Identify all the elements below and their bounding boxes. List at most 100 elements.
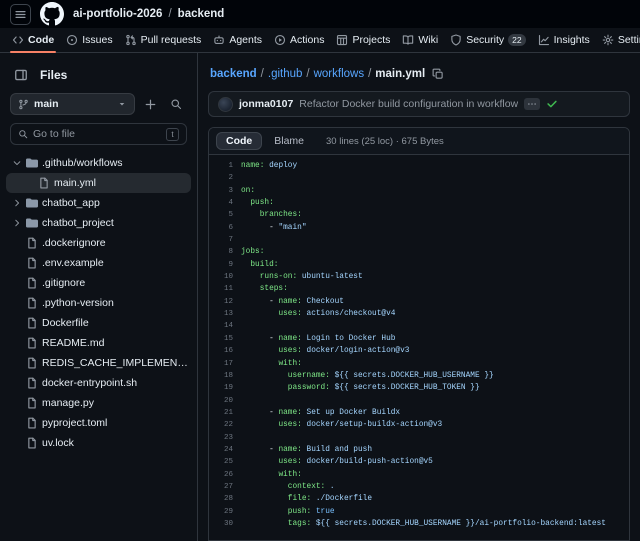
- line-number[interactable]: 8: [209, 246, 241, 258]
- line-number[interactable]: 5: [209, 209, 241, 221]
- line-number[interactable]: 10: [209, 271, 241, 283]
- line-number[interactable]: 14: [209, 320, 241, 332]
- breadcrumb--github[interactable]: .github: [266, 68, 305, 80]
- line-number[interactable]: 3: [209, 185, 241, 197]
- tab-security[interactable]: Security 22: [444, 28, 531, 52]
- copy-path-button[interactable]: [432, 68, 444, 80]
- tree-item-label: .gitignore: [42, 277, 86, 289]
- tree-item-chatbot-project[interactable]: chatbot_project: [6, 213, 191, 233]
- tree-item-label: .dockerignore: [42, 237, 106, 249]
- line-number[interactable]: 22: [209, 419, 241, 431]
- line-number[interactable]: 29: [209, 506, 241, 518]
- branch-selector[interactable]: main: [10, 93, 135, 115]
- line-number[interactable]: 16: [209, 345, 241, 357]
- tree-item--env-example[interactable]: .env.example: [6, 253, 191, 273]
- line-number[interactable]: 15: [209, 333, 241, 345]
- line-number[interactable]: 23: [209, 432, 241, 444]
- line-number[interactable]: 18: [209, 370, 241, 382]
- line-number[interactable]: 9: [209, 259, 241, 271]
- line-number[interactable]: 27: [209, 481, 241, 493]
- line-number[interactable]: 24: [209, 444, 241, 456]
- tree-item-label: .github/workflows: [42, 157, 123, 169]
- code-line: 8 jobs:: [209, 246, 629, 258]
- security-icon: [450, 34, 462, 46]
- tree-item-redis-cache-implementa-[interactable]: REDIS_CACHE_IMPLEMENTA...: [6, 353, 191, 373]
- line-number[interactable]: 12: [209, 296, 241, 308]
- line-number[interactable]: 13: [209, 308, 241, 320]
- line-number[interactable]: 30: [209, 518, 241, 530]
- tab-code[interactable]: Code: [6, 28, 60, 53]
- code-line: 12 - name: Checkout: [209, 296, 629, 308]
- tree-item-uv-lock[interactable]: uv.lock: [6, 433, 191, 453]
- tab-label: Issues: [82, 34, 113, 46]
- tree-item-docker-entrypoint-sh[interactable]: docker-entrypoint.sh: [6, 373, 191, 393]
- file-tree: .github/workflows main.yml chatbot_app chat…: [0, 153, 197, 541]
- github-logo[interactable]: [40, 2, 64, 26]
- repo-owner-link[interactable]: ai-portfolio-2026: [73, 8, 162, 20]
- tab-label: Insights: [553, 34, 590, 46]
- line-number[interactable]: 1: [209, 160, 241, 172]
- tree-item-pyproject-toml[interactable]: pyproject.toml: [6, 413, 191, 433]
- tab-projects[interactable]: Projects: [330, 28, 396, 52]
- file-icon: [26, 357, 38, 369]
- tree-item--python-version[interactable]: .python-version: [6, 293, 191, 313]
- tab-pull-requests[interactable]: Pull requests: [119, 28, 208, 52]
- commit-status-check-icon[interactable]: [546, 98, 558, 110]
- line-number[interactable]: 20: [209, 395, 241, 407]
- repo-name-link[interactable]: backend: [178, 8, 225, 20]
- line-number[interactable]: 19: [209, 382, 241, 394]
- tree-item--github-workflows[interactable]: .github/workflows: [6, 153, 191, 173]
- line-number[interactable]: 4: [209, 197, 241, 209]
- issues-icon: [66, 34, 78, 46]
- tree-item--dockerignore[interactable]: .dockerignore: [6, 233, 191, 253]
- line-number[interactable]: 17: [209, 358, 241, 370]
- tree-item-chatbot-app[interactable]: chatbot_app: [6, 193, 191, 213]
- tab-insights[interactable]: Insights: [532, 28, 596, 52]
- code-line: 20: [209, 395, 629, 407]
- breadcrumb-segments: backend / .github / workflows / main.yml: [208, 68, 427, 80]
- breadcrumb-backend[interactable]: backend: [208, 68, 259, 80]
- line-number[interactable]: 21: [209, 407, 241, 419]
- expand-commit-message-button[interactable]: [524, 98, 541, 110]
- commit-author-avatar[interactable]: [218, 96, 233, 112]
- tab-actions[interactable]: Actions: [268, 28, 330, 52]
- tree-item-manage-py[interactable]: manage.py: [6, 393, 191, 413]
- code-line: 27 context: .: [209, 481, 629, 493]
- breadcrumb-workflows[interactable]: workflows: [312, 68, 366, 80]
- file-icon: [26, 297, 38, 309]
- tab-blame[interactable]: Blame: [264, 132, 314, 150]
- tab-agents[interactable]: Agents: [207, 28, 268, 52]
- code-line-text: push: true: [287, 507, 335, 516]
- code-line-text: file: ./Dockerfile: [287, 495, 373, 504]
- commit-author-link[interactable]: jonma0107: [239, 98, 293, 110]
- code-line: 1 name: deploy: [209, 160, 629, 172]
- file-path-breadcrumb: backend / .github / workflows / main.yml: [208, 65, 630, 83]
- tree-item-readme-md[interactable]: README.md: [6, 333, 191, 353]
- line-number[interactable]: 11: [209, 283, 241, 295]
- collapse-sidebar-button[interactable]: [10, 64, 32, 86]
- line-number[interactable]: 25: [209, 456, 241, 468]
- code-line-text: - "main": [241, 223, 307, 232]
- line-number[interactable]: 6: [209, 222, 241, 234]
- tab-wiki[interactable]: Wiki: [396, 28, 444, 52]
- tab-settings[interactable]: Settings: [596, 28, 640, 52]
- code-line: 23: [209, 432, 629, 444]
- line-number[interactable]: 26: [209, 469, 241, 481]
- tree-item-main-yml[interactable]: main.yml: [6, 173, 191, 193]
- line-number[interactable]: 2: [209, 172, 241, 184]
- tree-item--gitignore[interactable]: .gitignore: [6, 273, 191, 293]
- hamburger-menu-button[interactable]: [10, 3, 31, 25]
- search-this-repo-button[interactable]: [165, 93, 187, 115]
- tab-code[interactable]: Code: [216, 132, 263, 150]
- line-number[interactable]: 28: [209, 493, 241, 505]
- counter-badge: 22: [508, 34, 526, 46]
- go-to-file-input[interactable]: Go to file t: [10, 123, 187, 145]
- add-file-button[interactable]: [139, 93, 161, 115]
- commit-message-link[interactable]: Refactor Docker build configuration in w…: [299, 98, 518, 110]
- line-number[interactable]: 7: [209, 234, 241, 246]
- pull-request-icon: [125, 34, 137, 46]
- tab-issues[interactable]: Issues: [60, 28, 118, 52]
- tree-item-dockerfile[interactable]: Dockerfile: [6, 313, 191, 333]
- file-icon: [38, 177, 50, 189]
- code-line: 26 with:: [209, 469, 629, 481]
